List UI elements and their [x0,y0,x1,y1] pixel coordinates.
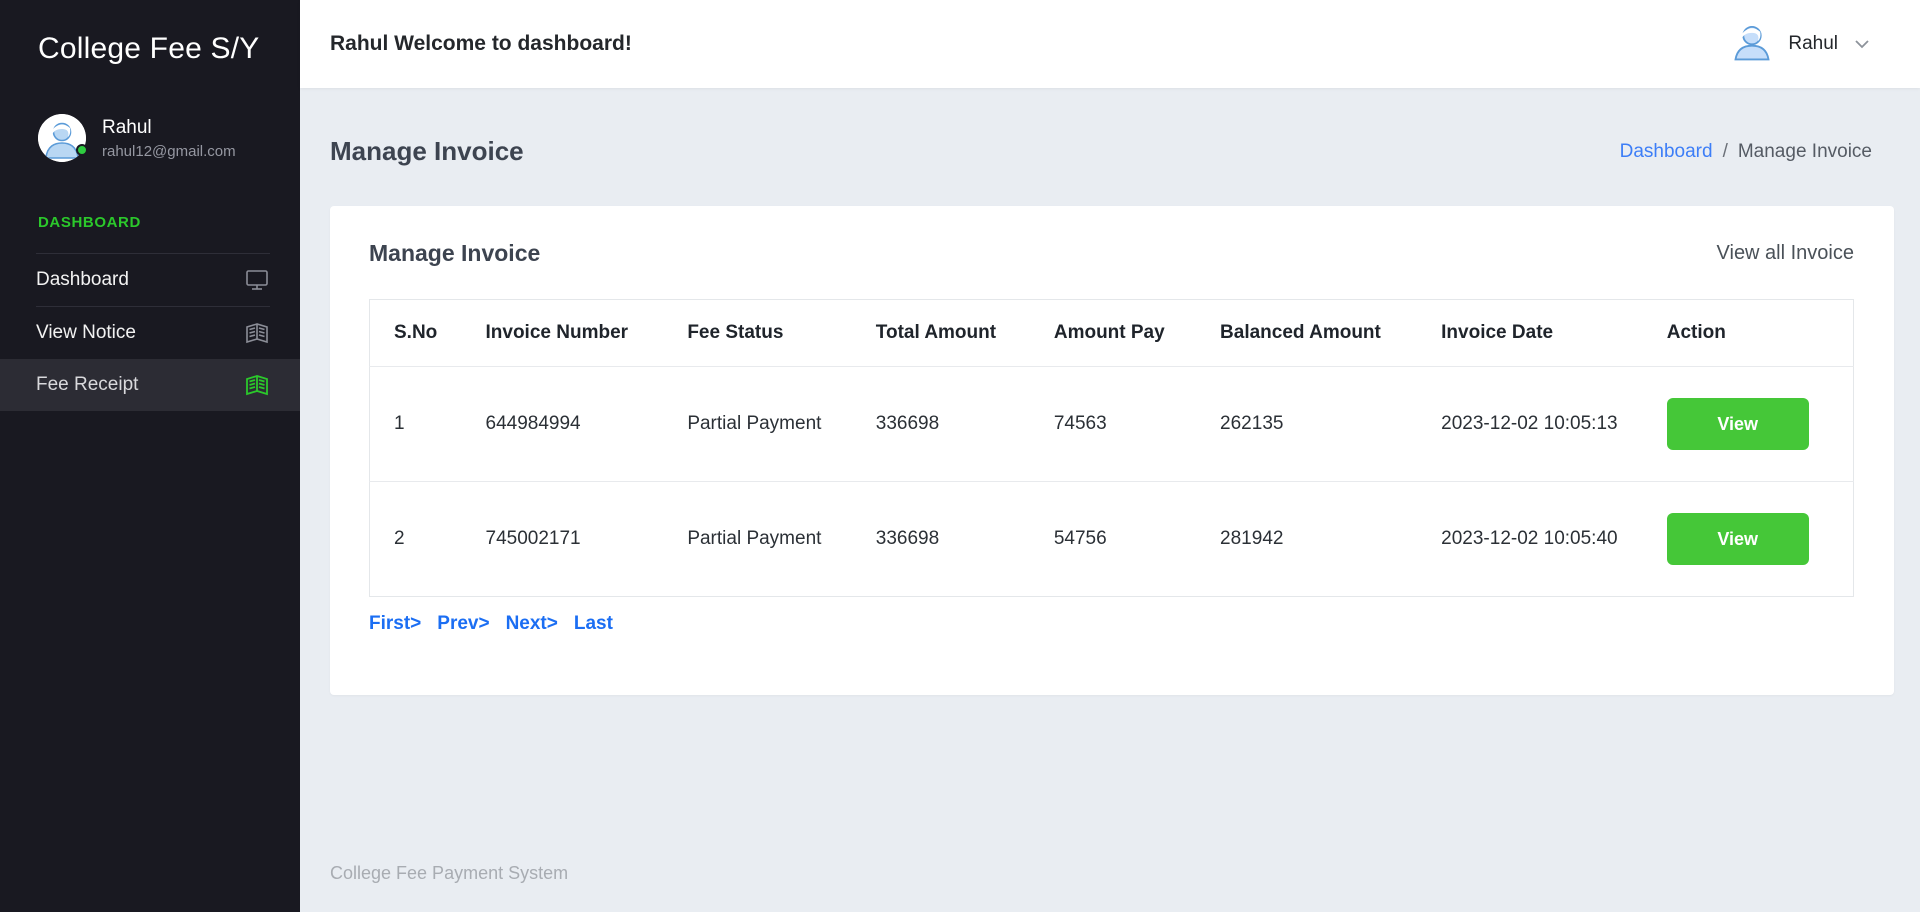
col-header-sno: S.No [370,300,462,367]
sidebar-item-label: Fee Receipt [36,374,138,396]
open-book-icon [244,320,270,346]
app-title: College Fee S/Y [0,0,300,66]
header-user-menu[interactable]: Rahul [1730,20,1872,69]
sidebar-item-dashboard[interactable]: Dashboard [0,254,300,306]
main-content: Manage Invoice Dashboard / Manage Invoic… [300,88,1920,912]
pagination-next-link[interactable]: Next> [506,613,558,635]
card-title: Manage Invoice [369,240,540,267]
cell-invoice-number: 644984994 [462,367,664,482]
pagination-prev-link[interactable]: Prev> [437,613,489,635]
online-status-dot [76,144,88,156]
sidebar-item-label: View Notice [36,322,136,344]
avatar [38,114,86,162]
cell-amount-pay: 54756 [1030,482,1196,597]
table-header-row: S.No Invoice Number Fee Status Total Amo… [370,300,1854,367]
welcome-message: Rahul Welcome to dashboard! [330,32,632,56]
app-root: College Fee S/Y Rahul rahul12@gmail.com [0,0,1920,912]
cell-sno: 1 [370,367,462,482]
header-avatar-icon [1730,20,1774,69]
sidebar-item-label: Dashboard [36,269,129,291]
chevron-down-icon [1852,34,1872,54]
page-head: Manage Invoice Dashboard / Manage Invoic… [300,88,1920,167]
cell-fee-status: Partial Payment [663,367,851,482]
pagination: First> Prev> Next> Last [369,613,1854,635]
col-header-balanced-amount: Balanced Amount [1196,300,1417,367]
breadcrumb: Dashboard / Manage Invoice [1620,141,1872,163]
sidebar-item-fee-receipt[interactable]: Fee Receipt [0,359,300,411]
col-header-amount-pay: Amount Pay [1030,300,1196,367]
top-header: Rahul Welcome to dashboard! Rahul [300,0,1920,88]
view-invoice-button[interactable]: View [1667,513,1809,565]
col-header-invoice-number: Invoice Number [462,300,664,367]
cell-balanced-amount: 281942 [1196,482,1417,597]
user-name: Rahul [102,117,236,139]
breadcrumb-dashboard-link[interactable]: Dashboard [1620,141,1713,163]
footer: College Fee Payment System [300,863,1920,912]
user-meta: Rahul rahul12@gmail.com [102,117,236,160]
table-row: 2 745002171 Partial Payment 336698 54756… [370,482,1854,597]
col-header-total-amount: Total Amount [852,300,1030,367]
breadcrumb-separator: / [1723,141,1728,163]
user-email: rahul12@gmail.com [102,143,236,160]
view-all-invoice-link[interactable]: View all Invoice [1717,242,1854,265]
card-head: Manage Invoice View all Invoice [369,240,1854,267]
sidebar-user-block: Rahul rahul12@gmail.com [0,66,300,162]
sidebar: College Fee S/Y Rahul rahul12@gmail.com [0,0,300,912]
cell-total-amount: 336698 [852,482,1030,597]
sidebar-section-label: DASHBOARD [0,162,300,253]
content-column: Rahul Welcome to dashboard! Rahul [300,0,1920,912]
col-header-invoice-date: Invoice Date [1417,300,1643,367]
col-header-action: Action [1643,300,1854,367]
col-header-fee-status: Fee Status [663,300,851,367]
pagination-first-link[interactable]: First> [369,613,421,635]
breadcrumb-current: Manage Invoice [1738,141,1872,163]
manage-invoice-card: Manage Invoice View all Invoice S.No Inv… [330,206,1894,695]
cell-amount-pay: 74563 [1030,367,1196,482]
view-invoice-button[interactable]: View [1667,398,1809,450]
cell-total-amount: 336698 [852,367,1030,482]
cell-invoice-number: 745002171 [462,482,664,597]
cell-balanced-amount: 262135 [1196,367,1417,482]
cell-invoice-date: 2023-12-02 10:05:40 [1417,482,1643,597]
footer-text: College Fee Payment System [330,863,568,883]
cell-sno: 2 [370,482,462,597]
open-book-icon [244,372,270,398]
pagination-last-link[interactable]: Last [574,613,613,635]
table-row: 1 644984994 Partial Payment 336698 74563… [370,367,1854,482]
page-title: Manage Invoice [330,136,524,167]
invoice-table: S.No Invoice Number Fee Status Total Amo… [369,299,1854,597]
cell-invoice-date: 2023-12-02 10:05:13 [1417,367,1643,482]
monitor-icon [244,267,270,293]
cell-fee-status: Partial Payment [663,482,851,597]
header-user-name: Rahul [1788,33,1838,55]
sidebar-item-view-notice[interactable]: View Notice [0,307,300,359]
